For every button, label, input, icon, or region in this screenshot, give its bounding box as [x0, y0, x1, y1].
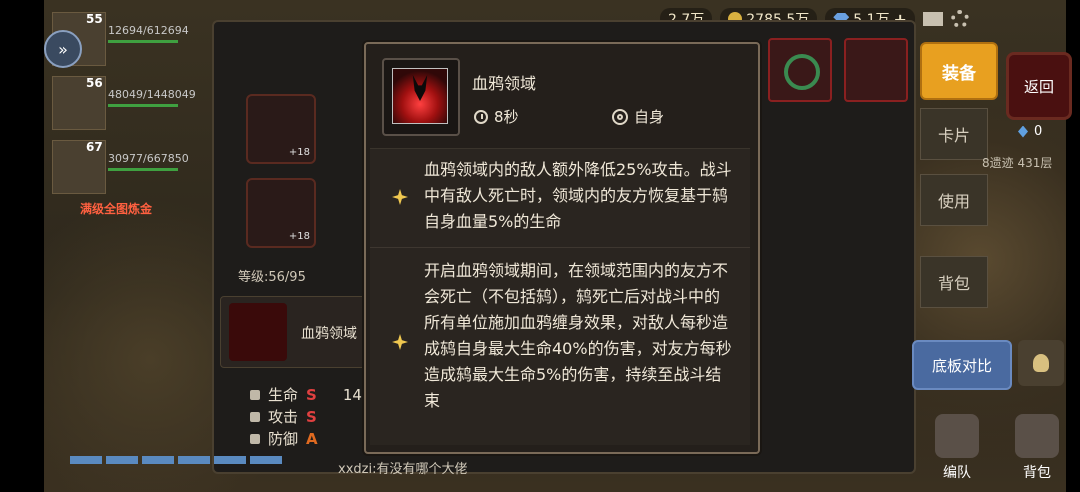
description-text: 开启血鸦领域期间，在领域范围内的友方不会死亡（不包括鸫），鸫死亡后对战斗中的所有… — [424, 261, 732, 410]
stat-grade: S — [306, 408, 317, 426]
team-member[interactable]: 56 48049/1448049 — [44, 72, 214, 132]
accessory-slot[interactable] — [844, 38, 908, 102]
compare-button[interactable]: 底板对比 — [912, 340, 1012, 390]
lightbulb-icon — [1033, 354, 1049, 372]
hp-bar — [108, 40, 178, 43]
shard-count: 0 — [1034, 124, 1043, 139]
bag-button[interactable]: 背包 — [1006, 412, 1068, 482]
stat-row: 生命 S 14 — [250, 384, 362, 406]
chat-message[interactable]: xxdzi:有没有哪个大佬 — [338, 458, 467, 477]
target-icon — [612, 108, 628, 125]
team-button-label: 编队 — [943, 465, 971, 481]
hp-bar — [108, 168, 178, 171]
weapon-slot[interactable]: +18 — [246, 94, 316, 164]
screen-edge-left — [0, 0, 44, 492]
team-button[interactable]: 编队 — [926, 412, 988, 482]
gear-icon[interactable] — [950, 10, 969, 28]
team-icon — [935, 414, 979, 458]
duration-value: 8秒 — [494, 108, 519, 126]
tab-card[interactable]: 卡片 — [920, 108, 988, 160]
stat-row: 防御 A — [250, 428, 362, 450]
heart-icon — [250, 390, 260, 400]
tab-bag[interactable]: 背包 — [920, 256, 988, 308]
stat-grade: A — [306, 430, 318, 448]
team-label: 满级全图炼金 — [80, 202, 153, 216]
shard-icon — [1018, 125, 1028, 138]
stat-row: 攻击 S — [250, 406, 362, 428]
member-hp: 12694/612694 — [108, 24, 189, 37]
skill-icon-frame — [382, 58, 460, 136]
hero-level: 等级:56/95 — [238, 270, 306, 285]
ring-slot[interactable] — [768, 38, 832, 102]
team-member[interactable]: 67 30977/667850 — [44, 136, 214, 196]
return-button[interactable]: 返回 — [1006, 52, 1072, 120]
tab-use[interactable]: 使用 — [920, 174, 988, 226]
skill-name: 血鸦领域 — [301, 326, 357, 342]
clock-icon — [474, 109, 488, 124]
stats-block: 生命 S 14 攻击 S 防御 A — [250, 384, 362, 450]
member-level: 67 — [86, 140, 103, 154]
sparkle-icon — [392, 189, 408, 205]
ring-icon — [784, 54, 820, 90]
chat-tabs[interactable] — [70, 456, 282, 464]
stat-label: 攻击 — [268, 408, 299, 426]
description-text: 血鸦领域内的敌人额外降低25%攻击。战斗中有敌人死亡时，领域内的友方恢复基于鸫自… — [424, 160, 732, 231]
stat-label: 防御 — [268, 430, 299, 448]
blood-raven-icon — [392, 68, 448, 124]
member-hp: 30977/667850 — [108, 152, 189, 165]
shield-icon — [250, 434, 260, 444]
armor-slot[interactable]: +18 — [246, 178, 316, 248]
floor-text: 8遗迹 431层 — [982, 156, 1053, 170]
sword-icon — [250, 412, 260, 422]
item-enhance-level: +18 — [288, 147, 310, 158]
member-hp: 48049/1448049 — [108, 88, 196, 101]
item-enhance-level: +18 — [288, 231, 310, 242]
expand-team-button[interactable]: » — [44, 30, 82, 68]
stat-grade: S — [306, 386, 317, 404]
target-value: 自身 — [634, 108, 665, 126]
member-level: 55 — [86, 12, 103, 26]
skill-icon — [229, 303, 287, 361]
shard-counter: 0 — [1018, 124, 1042, 139]
skill-description: 血鸦领域内的敌人额外降低25%攻击。战斗中有敌人死亡时，领域内的友方恢复基于鸫自… — [370, 148, 750, 445]
skill-duration: 8秒 — [474, 106, 519, 127]
description-section: 开启血鸦领域期间，在领域范围内的友方不会死亡（不包括鸫），鸫死亡后对战斗中的所有… — [370, 247, 750, 444]
hp-bar — [108, 104, 178, 107]
bag-button-label: 背包 — [1023, 465, 1051, 481]
skill-row[interactable]: 血鸦领域 — [220, 296, 372, 368]
skill-tooltip: 血鸦领域 8秒 自身 血鸦领域内的敌人额外降低25%攻击。战斗中有敌人死亡时，领… — [364, 42, 760, 454]
hint-button[interactable] — [1018, 340, 1064, 386]
equip-button[interactable]: 装备 — [920, 42, 998, 100]
skill-target: 自身 — [612, 106, 664, 127]
description-section: 血鸦领域内的敌人额外降低25%攻击。战斗中有敌人死亡时，领域内的友方恢复基于鸫自… — [370, 151, 750, 243]
sparkle-icon — [392, 334, 408, 350]
stat-label: 生命 — [268, 386, 299, 404]
member-level: 56 — [86, 76, 103, 90]
stat-value: 14 — [342, 386, 362, 404]
backpack-icon — [1015, 414, 1059, 458]
mail-icon[interactable] — [922, 12, 943, 26]
skill-title: 血鸦领域 — [472, 74, 537, 93]
